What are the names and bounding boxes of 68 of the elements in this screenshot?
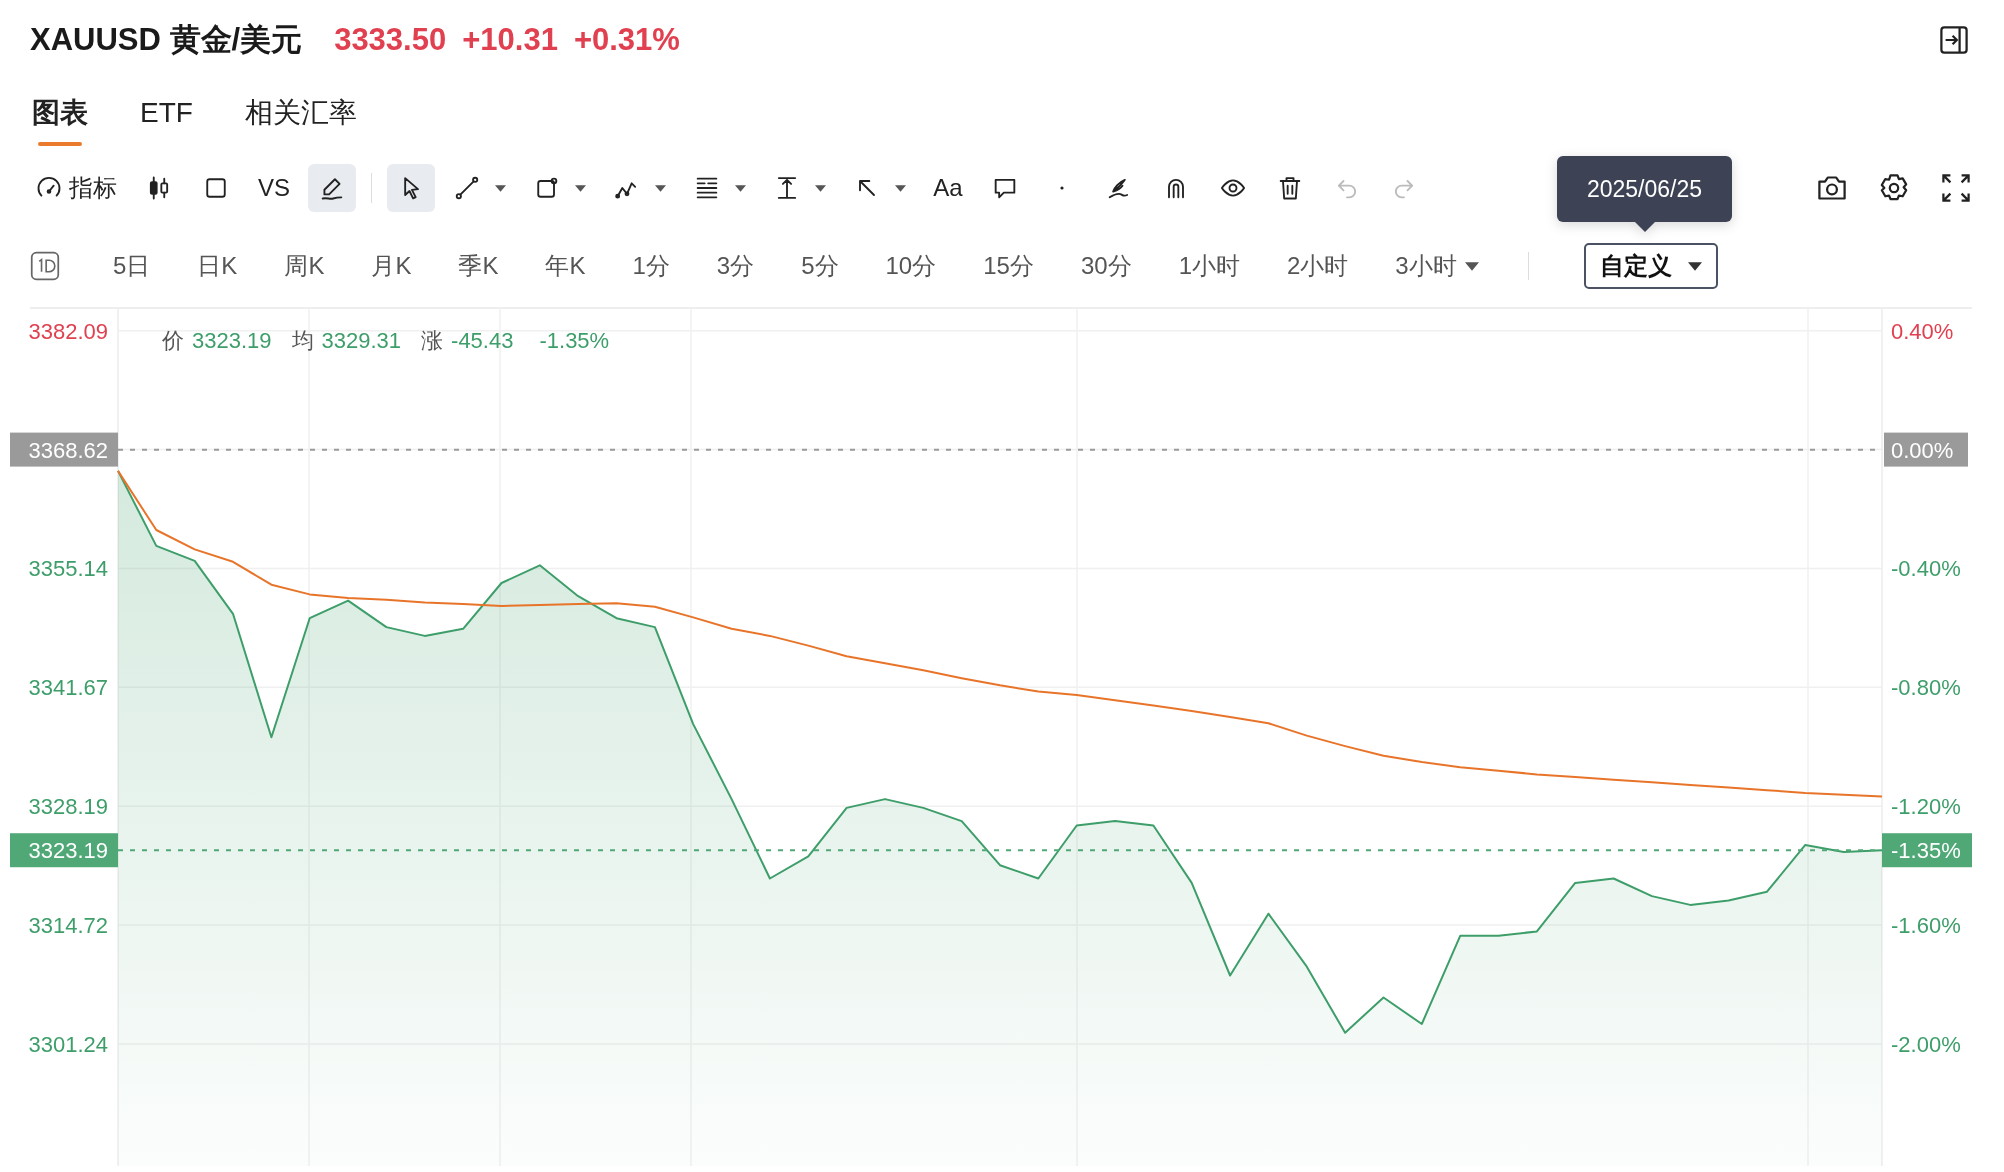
date-tooltip: 2025/06/25: [1557, 156, 1732, 232]
interval-option[interactable]: 5分: [801, 246, 839, 286]
settings-icon[interactable]: [1880, 174, 1908, 202]
caret-icon: [575, 184, 586, 192]
axis-percent-label: -0.40%: [1891, 556, 1961, 582]
interval-option[interactable]: 周K: [284, 246, 325, 286]
tab[interactable]: ETF: [138, 87, 195, 143]
camera-icon[interactable]: [1818, 176, 1846, 200]
caret-icon: [735, 184, 746, 192]
axis-price-label: 3341.67: [28, 675, 108, 701]
legend-value: 3329.31: [321, 328, 402, 354]
price-change-percent: +0.31%: [573, 22, 680, 58]
legend-label: 涨: [421, 327, 444, 355]
interval-option[interactable]: 1分: [632, 246, 670, 286]
price-change: +10.31: [462, 22, 558, 58]
axis-price-label: 3355.14: [28, 556, 108, 582]
interval-option[interactable]: 1小时: [1178, 246, 1240, 286]
axis-price-label: 3382.09: [28, 318, 108, 344]
legend-label: 价: [162, 327, 184, 355]
legend-value: 3323.19: [192, 328, 272, 354]
pen-tool[interactable]: [308, 164, 356, 212]
one-day-icon[interactable]: [30, 251, 60, 281]
interval-option[interactable]: 季K: [458, 246, 499, 286]
collapse-panel-icon[interactable]: [1940, 26, 1968, 54]
fullscreen-icon[interactable]: [1942, 174, 1970, 202]
axis-percent-label: -1.60%: [1891, 913, 1961, 938]
symbol-title: XAUUSD 黄金/美元: [30, 21, 303, 59]
interval-option[interactable]: 月K: [371, 246, 412, 286]
tool-button[interactable]: 指标: [26, 164, 126, 212]
current-percent-tag: -1.35%: [1882, 833, 1972, 868]
axis-percent-tag: 0.00%: [1884, 432, 1968, 467]
caret-icon: [1464, 261, 1479, 271]
caret-icon: [655, 184, 666, 192]
axis-percent-label: -2.00%: [1891, 1031, 1961, 1057]
interval-option[interactable]: 10分: [885, 246, 937, 286]
dot-icon: [1059, 185, 1065, 191]
caret-icon: [895, 184, 906, 192]
custom-range-button[interactable]: 自定义: [1583, 243, 1718, 289]
interval-option[interactable]: 3小时: [1395, 246, 1479, 286]
interval-option[interactable]: 5日: [113, 246, 151, 286]
caret-icon: [1687, 261, 1702, 271]
axis-price-tag: 3368.62: [10, 432, 118, 467]
current-price-tag: 3323.19: [10, 833, 118, 868]
legend-value: -45.43: [451, 328, 514, 354]
y-tick-label: 3368.62: [28, 437, 108, 463]
tool-button[interactable]: VS: [249, 164, 299, 212]
tab[interactable]: 相关汇率: [242, 84, 359, 146]
line-icon: [453, 174, 481, 202]
interval-option[interactable]: 年K: [545, 246, 586, 286]
interval-option[interactable]: 2小时: [1287, 246, 1349, 286]
axis-percent-label: -1.20%: [1891, 794, 1961, 820]
tab[interactable]: 图表: [30, 84, 90, 146]
interval-option[interactable]: 日K: [197, 246, 238, 286]
price: 3333.50: [334, 22, 447, 58]
cursor-tool[interactable]: [387, 164, 435, 212]
axis-price-label: 3328.19: [28, 794, 108, 820]
axis-percent-label: -0.80%: [1891, 675, 1961, 701]
tool-button[interactable]: Aa: [924, 164, 972, 212]
interval-option[interactable]: 15分: [983, 246, 1034, 286]
caret-icon: [495, 184, 506, 192]
legend-value: -1.35%: [539, 328, 610, 354]
axis-price-label: 3314.72: [28, 913, 108, 938]
interval-option[interactable]: 30分: [1080, 246, 1132, 286]
legend-label: 均: [291, 327, 314, 355]
axis-price-label: 3301.24: [28, 1031, 108, 1057]
caret-icon: [815, 184, 826, 192]
axis-percent-label: 0.40%: [1891, 318, 1954, 344]
interval-option[interactable]: 3分: [716, 246, 755, 286]
